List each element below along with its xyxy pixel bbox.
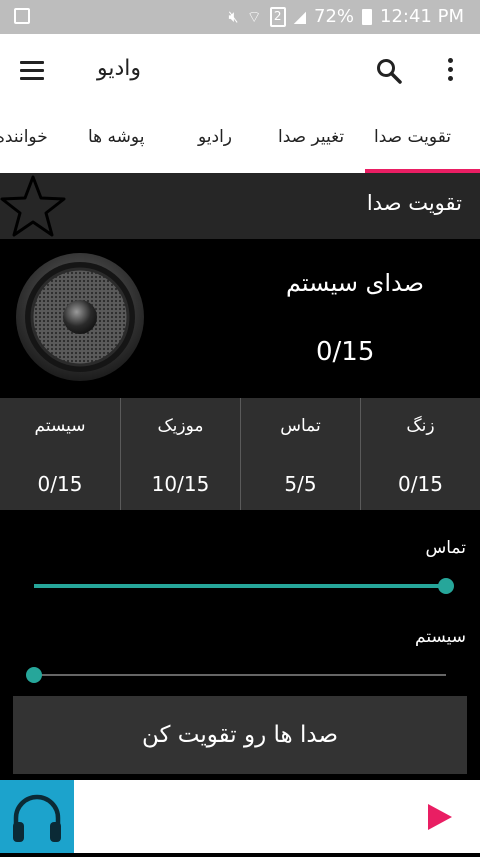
now-playing-tile[interactable]: [0, 780, 74, 853]
tab-artists[interactable]: خواننده: [0, 127, 48, 147]
screenshot-notification-icon: [14, 8, 30, 24]
stat-value: 10/15: [151, 472, 210, 496]
hamburger-menu-icon[interactable]: [20, 61, 44, 81]
play-icon[interactable]: [424, 802, 454, 832]
stat-value: 5/5: [284, 472, 317, 496]
section-title: تقویت صدا: [366, 191, 462, 215]
tab-bar: تقویت صدا تغییر صدا رادیو پوشه ها خوانند…: [0, 109, 480, 173]
system-volume-value: 0/15: [316, 337, 375, 367]
mute-icon: 🔇︎: [228, 6, 239, 26]
system-volume-slider[interactable]: [26, 667, 446, 683]
boost-volume-button[interactable]: صدا ها رو تقویت کن: [13, 696, 467, 774]
slider-fill: [34, 584, 446, 588]
stat-call: تماس 5/5: [240, 398, 360, 510]
battery-icon: [362, 8, 373, 25]
status-bar: 🔇︎ ⌔ 2 ◢ 72% 12:41 PM: [0, 0, 480, 34]
slider-thumb[interactable]: [438, 578, 454, 594]
more-options-icon[interactable]: [446, 58, 454, 86]
wifi-icon: ⌔: [246, 6, 262, 26]
mini-player-bar: [0, 780, 480, 853]
section-header: تقویت صدا: [0, 173, 480, 239]
search-icon[interactable]: [376, 58, 402, 84]
stat-system: سیستم 0/15: [0, 398, 120, 510]
stat-music: موزیک 10/15: [120, 398, 240, 510]
signal-icon: ◢: [293, 7, 306, 26]
system-volume-label: صدای سیستم: [285, 269, 424, 297]
tab-radio[interactable]: رادیو: [198, 127, 232, 147]
tab-folders[interactable]: پوشه ها: [88, 127, 144, 147]
headphones-icon: [13, 794, 61, 842]
call-volume-slider[interactable]: [34, 578, 454, 594]
app-toolbar: وادیو: [0, 34, 480, 109]
tab-boost[interactable]: تقویت صدا: [374, 127, 451, 147]
call-slider-label: تماس: [425, 538, 467, 558]
stat-label: موزیک: [157, 416, 204, 436]
stat-label: تماس: [280, 416, 321, 436]
speaker-icon: [16, 253, 144, 381]
status-icons: 🔇︎ ⌔ 2 ◢ 72% 12:41 PM: [229, 6, 464, 27]
system-slider-label: سیستم: [415, 627, 466, 647]
stat-value: 0/15: [398, 472, 443, 496]
sim-icon: 2: [269, 6, 286, 27]
star-icon[interactable]: [0, 173, 68, 239]
stat-label: سیستم: [34, 416, 86, 436]
battery-percent: 72%: [314, 6, 355, 27]
clock: 12:41 PM: [380, 6, 464, 27]
stat-label: زنگ: [406, 416, 435, 436]
system-volume-panel: صدای سیستم 0/15: [0, 239, 480, 398]
stat-value: 0/15: [37, 472, 83, 496]
tab-voice-changer[interactable]: تغییر صدا: [278, 127, 344, 147]
app-title: وادیو: [97, 56, 142, 81]
slider-thumb[interactable]: [26, 667, 42, 683]
stat-ringer: زنگ 0/15: [360, 398, 480, 510]
volume-stats: زنگ 0/15 تماس 5/5 موزیک 10/15 سیستم 0/15: [0, 398, 480, 510]
